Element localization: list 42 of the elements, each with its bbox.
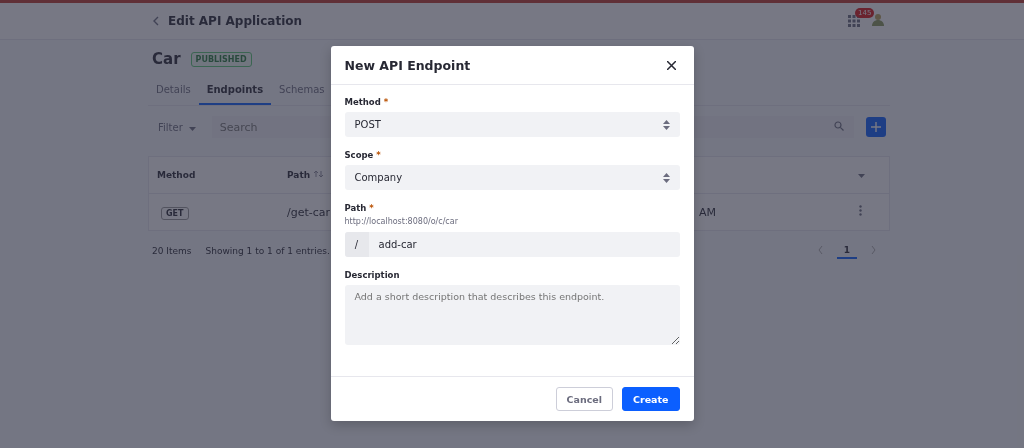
path-field[interactable]: add-car [368, 232, 427, 257]
description-field[interactable]: Add a short description that describes this endpoint. [344, 285, 680, 345]
method-badge: GET [161, 206, 189, 220]
status-badge: PUBLISHED [190, 51, 252, 67]
application-name: Car [152, 50, 181, 68]
back-icon[interactable] [152, 16, 160, 26]
page-size-dropdown[interactable]: 20 Items [152, 246, 192, 256]
up-down-caret-icon [662, 172, 670, 183]
page-button[interactable]: 1 [836, 243, 857, 259]
field-label: Scope [344, 150, 374, 160]
dialog-title: New API Endpoint [344, 57, 471, 73]
up-down-caret-icon [662, 119, 670, 130]
plus-icon [871, 122, 881, 132]
required-mark: * [383, 97, 389, 107]
field-label: Path [344, 203, 367, 213]
select-field[interactable]: Company [344, 165, 680, 190]
tab[interactable]: Endpoints [198, 78, 272, 105]
apps-grid-icon[interactable] [848, 15, 860, 27]
caret-icon[interactable] [858, 174, 865, 178]
more-options-icon[interactable] [859, 205, 862, 216]
select-field[interactable]: POST [344, 112, 680, 137]
avatar-icon[interactable] [872, 13, 884, 26]
close-icon [666, 60, 676, 70]
page-title: Edit API Application [168, 14, 303, 28]
required-mark: * [369, 203, 374, 213]
column-header: Method [157, 170, 196, 180]
base-url-hint: http://localhost:8080/o/c/car [344, 217, 459, 226]
previous-page-icon[interactable] [817, 246, 823, 254]
entries-summary: Showing 1 to 1 of 1 entries. [205, 246, 330, 256]
caret-icon [188, 126, 196, 131]
required-mark: * [376, 150, 381, 160]
next-page-icon[interactable] [871, 246, 876, 254]
sort-icon[interactable] [314, 170, 324, 178]
create-button[interactable]: Create [622, 387, 680, 411]
field-label: Description [344, 270, 400, 280]
field-label: Method [344, 97, 381, 107]
path-prefix: / [344, 232, 369, 257]
cancel-button[interactable]: Cancel [555, 387, 613, 411]
table-cell: /get-car [287, 205, 331, 219]
column-header: Path [287, 170, 311, 180]
add-button[interactable] [866, 117, 886, 137]
table-cell: AM [699, 205, 716, 219]
